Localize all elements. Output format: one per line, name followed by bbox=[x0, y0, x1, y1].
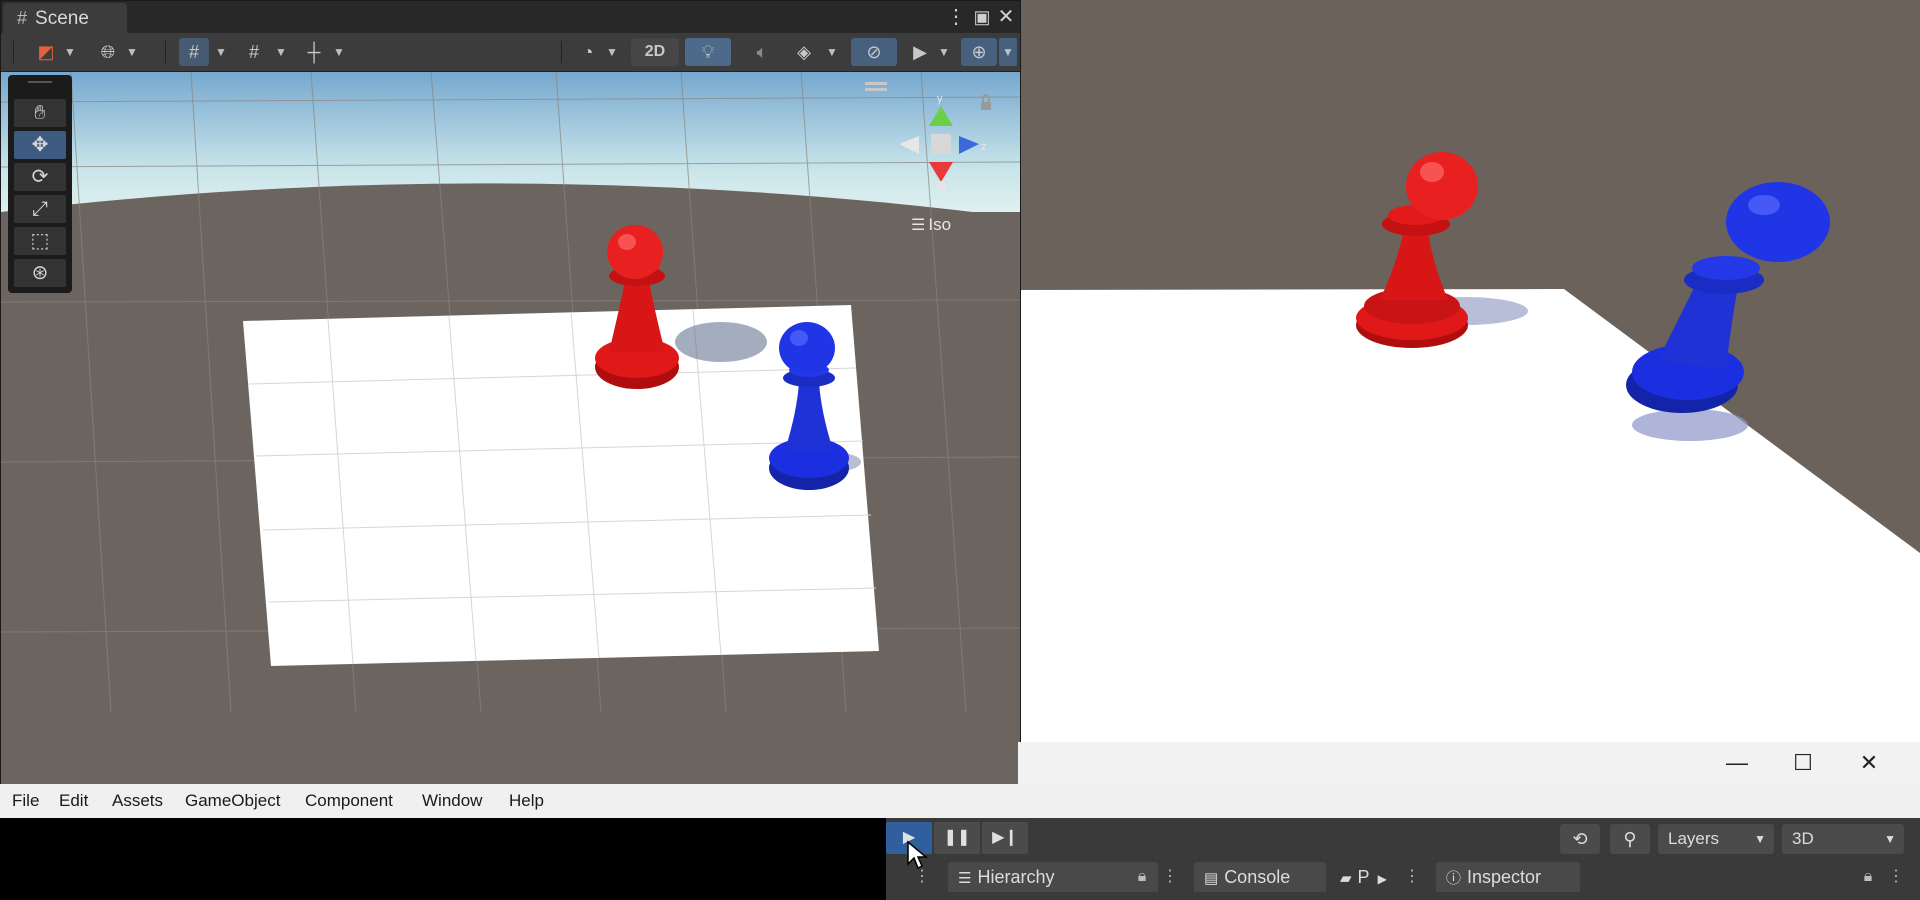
vertical-dots-icon[interactable]: ⋮ bbox=[1160, 862, 1180, 892]
snap-increment-icon[interactable]: # bbox=[239, 38, 269, 66]
scene-tab-label: Scene bbox=[35, 8, 89, 29]
gizmo-z-label: z bbox=[981, 141, 987, 153]
tab-inspector[interactable]: ⓘ Inspector bbox=[1436, 862, 1580, 892]
toggle-2d-button[interactable]: 2D bbox=[631, 38, 679, 66]
tab-project[interactable]: ▰ P ▶ bbox=[1336, 862, 1396, 892]
chevron-down-icon: ▼ bbox=[1754, 832, 1766, 846]
toolbar-separator bbox=[13, 41, 14, 63]
snap-increment-dropdown-icon[interactable]: ▼ bbox=[272, 38, 290, 66]
vertical-dots-icon[interactable]: ⋮ bbox=[1886, 862, 1906, 892]
toolbar-separator bbox=[165, 41, 166, 63]
grid-snap-dropdown-icon[interactable]: ▼ bbox=[212, 38, 230, 66]
audio-mute-icon[interactable]: 🔈︎ bbox=[747, 38, 777, 66]
projection-toggle[interactable]: ☰ Iso bbox=[911, 215, 951, 235]
hand-tool-icon[interactable]: ✋︎ bbox=[14, 99, 66, 127]
gizmo-handle bbox=[865, 82, 887, 85]
step-icon[interactable]: ▶❙ bbox=[982, 822, 1028, 854]
tool-palette: ✋︎ ✥ ⟳ ⤢ ⬚ ⊛ bbox=[8, 75, 72, 293]
transform-tool-icon[interactable]: ⊛ bbox=[14, 259, 66, 287]
camera-dropdown-icon[interactable]: ▼ bbox=[935, 38, 953, 66]
folder-icon: ▰ bbox=[1340, 870, 1352, 887]
tab-hierarchy[interactable]: ☰ Hierarchy bbox=[948, 862, 1158, 892]
globe-icon[interactable]: 🌐︎ bbox=[93, 38, 123, 66]
mouse-cursor-icon bbox=[907, 840, 928, 870]
console-icon: ▤ bbox=[1204, 870, 1219, 887]
hierarchy-label: Hierarchy bbox=[977, 867, 1055, 887]
layers-label: Layers bbox=[1668, 829, 1720, 848]
minimize-icon[interactable]: — bbox=[1712, 742, 1762, 784]
game-render bbox=[1018, 152, 1920, 742]
scene-hash-icon: # bbox=[17, 8, 28, 28]
game-board-plane bbox=[1018, 289, 1920, 742]
toolbar-separator bbox=[561, 41, 562, 63]
os-window-titlebar: — ☐ ✕ bbox=[1018, 742, 1920, 784]
lock-icon[interactable]: 🔒︎ bbox=[1858, 862, 1878, 892]
tab-console[interactable]: ▤ Console bbox=[1194, 862, 1326, 892]
projection-label: Iso bbox=[928, 215, 952, 234]
scene-render: y z bbox=[1, 72, 1020, 791]
menu-component[interactable]: Component bbox=[305, 784, 393, 818]
globe-dropdown-icon[interactable]: ▼ bbox=[123, 38, 141, 66]
console-label: Console bbox=[1224, 867, 1291, 887]
rect-tool-icon[interactable]: ⬚ bbox=[14, 227, 66, 255]
shading-icon[interactable]: ◔ bbox=[573, 38, 603, 66]
history-icon[interactable]: ⟲ bbox=[1560, 824, 1600, 854]
info-icon: ⓘ bbox=[1446, 870, 1462, 887]
layout-dropdown[interactable]: 3D ▼ bbox=[1782, 824, 1904, 854]
menu-window[interactable]: Window bbox=[422, 784, 482, 818]
game-view[interactable] bbox=[1018, 0, 1920, 742]
rotate-tool-icon[interactable]: ⟳ bbox=[14, 163, 66, 191]
lock-icon[interactable]: 🔒︎ bbox=[1132, 862, 1152, 892]
menu-help[interactable]: Help bbox=[509, 784, 544, 818]
vertical-dots-icon[interactable]: ⋮ bbox=[943, 2, 969, 32]
scene-window: # Scene ⋮ ▣ ✕ ◩ ▼ 🌐︎ ▼ # ▼ # ▼ ┼ ▼ ◔ ▼ 2D… bbox=[0, 0, 1021, 792]
window-maximize-icon[interactable]: ☐ bbox=[1778, 742, 1828, 784]
camera-icon[interactable]: ▶ bbox=[905, 38, 935, 66]
gizmos-icon[interactable]: ⊕ bbox=[961, 38, 997, 66]
ruler-dropdown-icon[interactable]: ▼ bbox=[330, 38, 348, 66]
draw-mode-dropdown-icon[interactable]: ▼ bbox=[61, 38, 79, 66]
project-label: P bbox=[1357, 867, 1370, 887]
hierarchy-list-icon: ☰ bbox=[958, 870, 972, 887]
layout-label: 3D bbox=[1792, 829, 1814, 848]
vertical-dots-icon[interactable]: ⋮ bbox=[1402, 862, 1422, 892]
menu-bar: File Edit Assets GameObject Component Wi… bbox=[0, 784, 1920, 818]
shading-dropdown-icon[interactable]: ▼ bbox=[603, 38, 621, 66]
layers-dropdown[interactable]: Layers ▼ bbox=[1658, 824, 1774, 854]
search-icon[interactable]: ⚲ bbox=[1610, 824, 1650, 854]
scene-toolbar: ◩ ▼ 🌐︎ ▼ # ▼ # ▼ ┼ ▼ ◔ ▼ 2D 💡︎ 🔈︎ ◈ ▼ ⊘ … bbox=[1, 33, 1020, 72]
pause-icon[interactable]: ❚❚ bbox=[934, 822, 980, 854]
scene-tab[interactable]: # Scene bbox=[3, 3, 127, 33]
ruler-icon[interactable]: ┼ bbox=[299, 38, 329, 66]
palette-grip[interactable] bbox=[28, 81, 52, 83]
effects-icon[interactable]: ◈ bbox=[789, 38, 819, 66]
menu-edit[interactable]: Edit bbox=[59, 784, 88, 818]
menu-assets[interactable]: Assets bbox=[112, 784, 163, 818]
scale-tool-icon[interactable]: ⤢ bbox=[14, 195, 66, 223]
scene-tabbar: # Scene ⋮ ▣ ✕ bbox=[1, 1, 1020, 33]
chevron-down-icon: ▼ bbox=[1884, 832, 1896, 846]
game-blue-pawn bbox=[1626, 182, 1830, 413]
game-red-pawn bbox=[1356, 152, 1478, 348]
move-tool-icon[interactable]: ✥ bbox=[14, 131, 66, 159]
menu-gameobject[interactable]: GameObject bbox=[185, 784, 280, 818]
grid-snap-icon[interactable]: # bbox=[179, 38, 209, 66]
chevron-right-icon: ▶ bbox=[1377, 872, 1387, 886]
inspector-label: Inspector bbox=[1467, 867, 1542, 887]
gizmos-dropdown-icon[interactable]: ▼ bbox=[999, 38, 1017, 66]
menu-lines-icon: ☰ bbox=[911, 217, 926, 234]
effects-dropdown-icon[interactable]: ▼ bbox=[823, 38, 841, 66]
maximize-icon[interactable]: ▣ bbox=[969, 2, 995, 32]
draw-mode-icon[interactable]: ◩ bbox=[31, 38, 61, 66]
scene-viewport[interactable]: y z bbox=[1, 72, 1020, 791]
close-icon[interactable]: ✕ bbox=[993, 2, 1019, 32]
lighting-icon[interactable]: 💡︎ bbox=[685, 38, 731, 66]
hidden-objects-icon[interactable]: ⊘ bbox=[851, 38, 897, 66]
window-close-icon[interactable]: ✕ bbox=[1844, 742, 1894, 784]
gizmo-y-label: y bbox=[937, 93, 943, 105]
menu-file[interactable]: File bbox=[12, 784, 39, 818]
